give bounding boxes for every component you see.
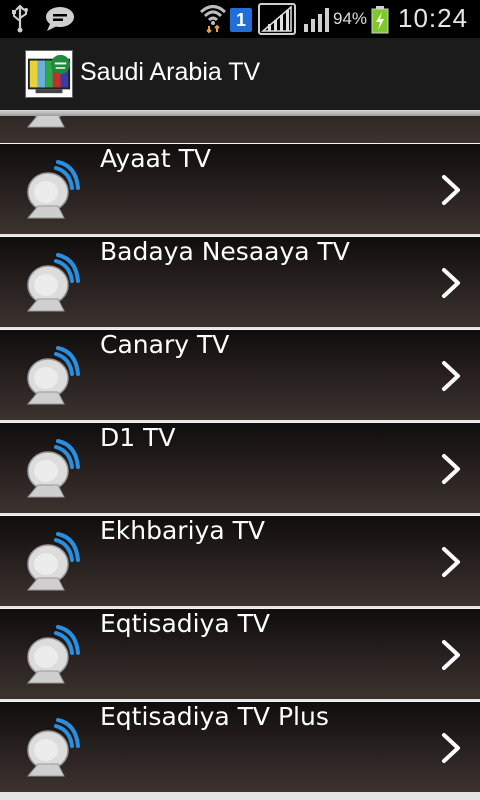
list-item[interactable]: Canary TV — [0, 329, 480, 420]
action-bar: Saudi Arabia TV — [0, 38, 480, 110]
clock: 10:24 — [398, 3, 469, 33]
message-icon — [46, 7, 74, 31]
satellite-dish-icon — [26, 718, 80, 777]
signal-icon — [304, 8, 329, 32]
list-item-label: Eqtisadiya TV Plus — [100, 702, 329, 731]
status-bar: 1 94% 10:24 — [0, 0, 480, 38]
satellite-dish-icon — [26, 439, 80, 498]
list-item[interactable]: Ayaat TV — [0, 143, 480, 234]
app-tv-flag-icon[interactable] — [25, 50, 73, 98]
list-item[interactable]: Ekhbariya TV — [0, 515, 480, 606]
list-item[interactable]: Eqtisadiya TV — [0, 608, 480, 699]
battery-percent: 94% — [333, 9, 368, 28]
sim-icon: 1 — [230, 8, 252, 32]
list-item-label: Ekhbariya TV — [100, 516, 265, 545]
list-item[interactable]: Badaya Nesaaya TV — [0, 236, 480, 327]
list-item[interactable]: Eqtisadiya TV Plus — [0, 701, 480, 792]
satellite-dish-icon — [26, 116, 65, 128]
chevron-right-icon — [442, 361, 460, 391]
list-item[interactable]: D1 TV — [0, 422, 480, 513]
chevron-right-icon — [442, 733, 460, 763]
satellite-dish-icon — [26, 160, 80, 219]
page-title: Saudi Arabia TV — [80, 58, 261, 86]
chevron-right-icon — [442, 454, 460, 484]
list-item-label: Canary TV — [100, 330, 230, 359]
satellite-dish-icon — [26, 346, 80, 405]
satellite-dish-icon — [26, 532, 80, 591]
battery-charging-icon — [371, 6, 389, 34]
chevron-right-icon — [442, 547, 460, 577]
chevron-right-icon — [442, 640, 460, 670]
list-item-label: Eqtisadiya TV — [100, 609, 271, 638]
satellite-dish-icon — [26, 253, 80, 312]
list-item-label: Badaya Nesaaya TV — [100, 237, 350, 266]
chevron-right-icon — [442, 175, 460, 205]
list-item-label: Ayaat TV — [100, 144, 211, 173]
list-item[interactable] — [0, 116, 480, 143]
channel-list[interactable]: Ayaat TV Badaya Nesaaya TV Canary TV D1 … — [0, 116, 480, 800]
list-item-label: D1 TV — [100, 423, 176, 452]
signal-icon — [258, 3, 296, 35]
wifi-icon — [200, 5, 226, 33]
usb-icon — [12, 5, 28, 33]
satellite-dish-icon — [26, 625, 80, 684]
chevron-right-icon — [442, 268, 460, 298]
